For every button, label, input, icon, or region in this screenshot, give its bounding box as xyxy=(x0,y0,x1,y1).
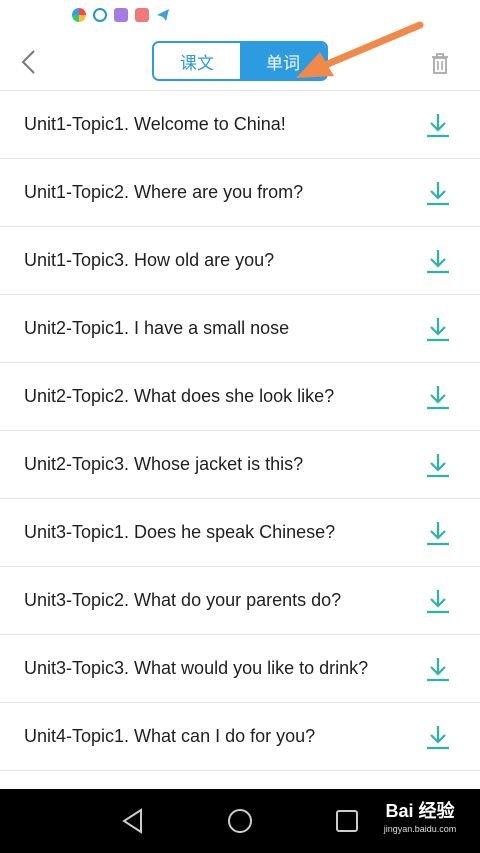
download-icon xyxy=(427,318,449,342)
download-icon xyxy=(427,386,449,410)
delete-button[interactable] xyxy=(426,49,454,77)
download-button[interactable] xyxy=(424,723,452,751)
watermark-brand: Bai 经验 xyxy=(385,801,455,821)
nav-home-button[interactable] xyxy=(224,805,256,837)
app-notification-icon xyxy=(135,8,149,22)
triangle-back-icon xyxy=(122,808,142,834)
download-button[interactable] xyxy=(424,247,452,275)
download-icon xyxy=(427,658,449,682)
download-icon xyxy=(427,454,449,478)
download-button[interactable] xyxy=(424,587,452,615)
app-notification-icon xyxy=(72,8,86,22)
watermark-url: jingyan.baidu.com xyxy=(383,824,457,834)
list-item[interactable]: Unit1-Topic2. Where are you from? xyxy=(0,159,480,227)
download-button[interactable] xyxy=(424,179,452,207)
nav-recents-button[interactable] xyxy=(331,805,363,837)
app-notification-icon xyxy=(114,8,128,22)
download-icon xyxy=(427,182,449,206)
download-button[interactable] xyxy=(424,655,452,683)
app-notification-icon xyxy=(93,8,107,22)
list-item[interactable]: Unit2-Topic3. Whose jacket is this? xyxy=(0,431,480,499)
download-button[interactable] xyxy=(424,383,452,411)
download-button[interactable] xyxy=(424,111,452,139)
lesson-title: Unit3-Topic1. Does he speak Chinese? xyxy=(24,522,336,542)
list-item[interactable]: Unit1-Topic3. How old are you? xyxy=(0,227,480,295)
lesson-list: Unit1-Topic1. Welcome to China! Unit1-To… xyxy=(0,91,480,771)
chevron-left-icon xyxy=(21,50,35,74)
list-item[interactable]: Unit3-Topic2. What do your parents do? xyxy=(0,567,480,635)
status-bar xyxy=(0,0,480,34)
list-item[interactable]: Unit3-Topic3. What would you like to dri… xyxy=(0,635,480,703)
notification-icons xyxy=(72,8,170,22)
download-button[interactable] xyxy=(424,315,452,343)
back-button[interactable] xyxy=(14,46,46,78)
list-item[interactable]: Unit1-Topic1. Welcome to China! xyxy=(0,91,480,159)
square-recents-icon xyxy=(336,810,358,832)
trash-icon xyxy=(432,53,448,74)
lesson-title: Unit4-Topic1. What can I do for you? xyxy=(24,726,316,746)
lesson-title: Unit2-Topic1. I have a small nose xyxy=(24,318,290,338)
download-icon xyxy=(427,522,449,546)
segmented-control: 课文 单词 xyxy=(152,41,328,81)
tab-words[interactable]: 单词 xyxy=(240,43,326,79)
telegram-icon xyxy=(156,8,170,22)
header: 课文 单词 xyxy=(0,34,480,91)
download-icon xyxy=(427,250,449,274)
lesson-title: Unit2-Topic2. What does she look like? xyxy=(24,386,335,406)
lesson-title: Unit1-Topic3. How old are you? xyxy=(24,250,275,270)
list-item[interactable]: Unit4-Topic1. What can I do for you? xyxy=(0,703,480,771)
lesson-title: Unit3-Topic3. What would you like to dri… xyxy=(24,658,369,678)
tab-text[interactable]: 课文 xyxy=(154,43,240,79)
download-button[interactable] xyxy=(424,451,452,479)
list-item[interactable]: Unit3-Topic1. Does he speak Chinese? xyxy=(0,499,480,567)
list-item[interactable]: Unit2-Topic2. What does she look like? xyxy=(0,363,480,431)
download-icon xyxy=(427,114,449,138)
lesson-title: Unit2-Topic3. Whose jacket is this? xyxy=(24,454,304,474)
watermark: Bai 经验 jingyan.baidu.com xyxy=(370,800,470,850)
list-item[interactable]: Unit2-Topic1. I have a small nose xyxy=(0,295,480,363)
download-button[interactable] xyxy=(424,519,452,547)
download-icon xyxy=(427,726,449,750)
circle-home-icon xyxy=(228,809,252,833)
download-icon xyxy=(427,590,449,614)
lesson-title: Unit1-Topic1. Welcome to China! xyxy=(24,114,286,134)
lesson-title: Unit1-Topic2. Where are you from? xyxy=(24,182,304,202)
nav-back-button[interactable] xyxy=(117,805,149,837)
lesson-title: Unit3-Topic2. What do your parents do? xyxy=(24,590,342,610)
